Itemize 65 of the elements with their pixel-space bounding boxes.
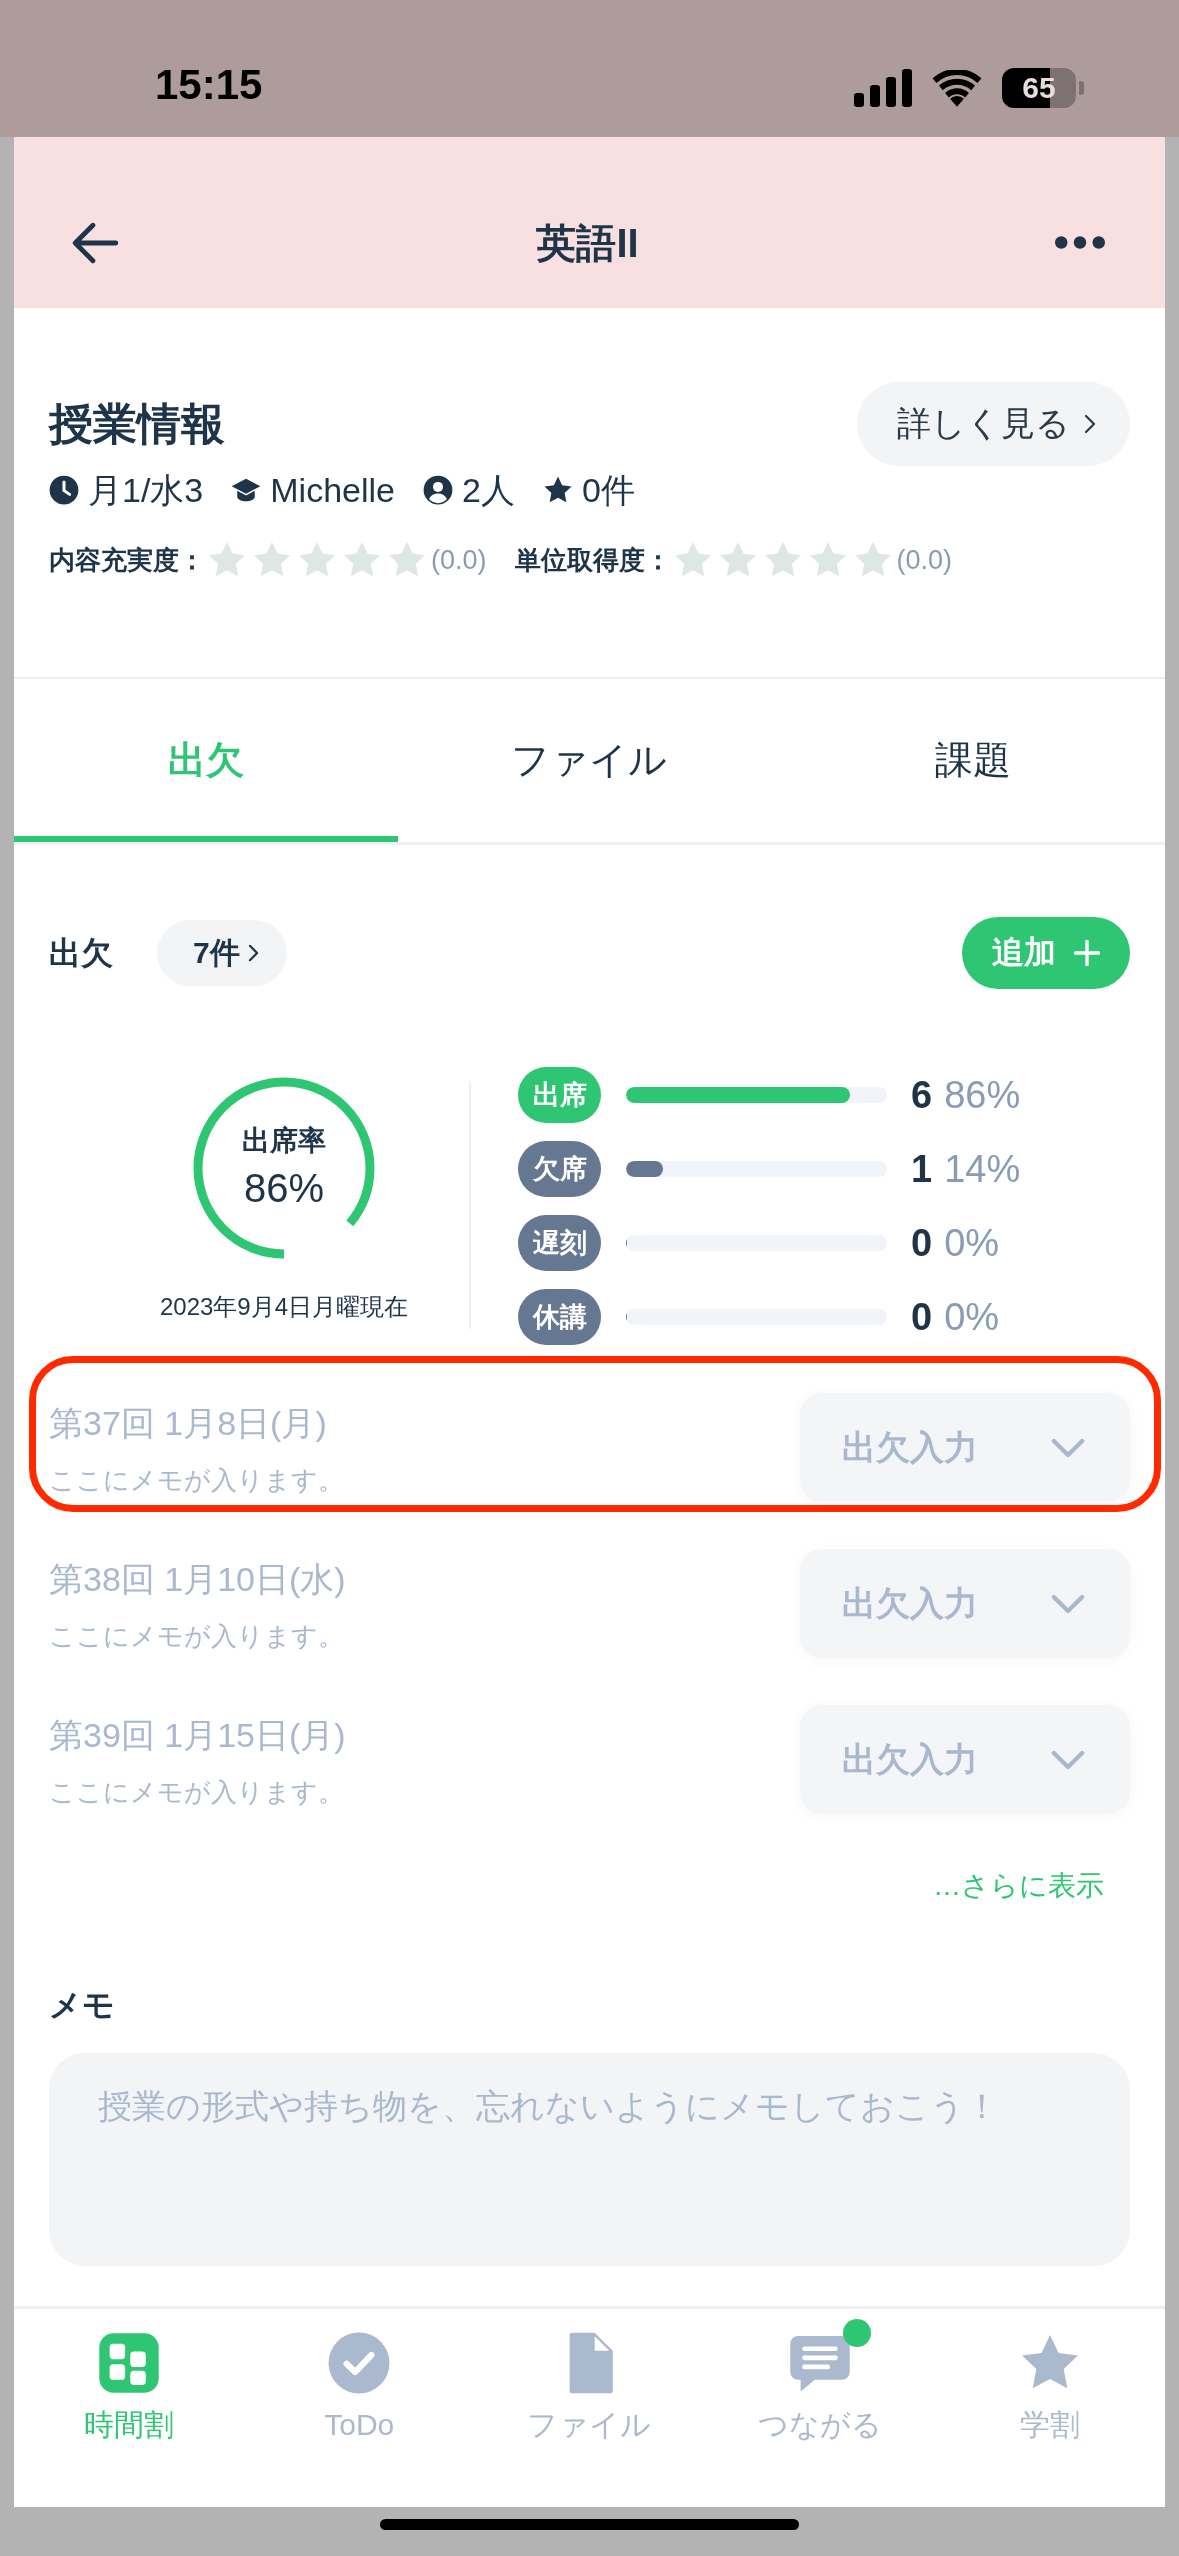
memo-heading: メモ — [49, 1986, 115, 2025]
add-button[interactable]: 追加 — [962, 917, 1130, 989]
status-badge: 欠席 — [518, 1141, 601, 1197]
section-title: 出欠 — [49, 934, 113, 973]
grid-icon — [98, 2332, 161, 2394]
more-icon[interactable] — [1055, 236, 1105, 249]
tab-bar-item[interactable]: 時間割 — [14, 2317, 245, 2445]
user-circle-icon — [423, 475, 453, 505]
status-time: 15:15 — [155, 62, 263, 108]
section-title: 授業情報 — [49, 398, 225, 450]
tab-bar-item[interactable]: つながる — [704, 2317, 935, 2445]
as-of-date: 2023年9月4日月曜現在 — [159, 1292, 409, 1322]
star-icon — [542, 475, 573, 505]
meta-text: Michelle — [270, 470, 395, 511]
attendance-dropdown[interactable]: 出欠入力 — [800, 1705, 1130, 1814]
attendance-dropdown[interactable]: 出欠入力 — [800, 1549, 1130, 1658]
rating-label: 内容充実度： — [49, 544, 205, 577]
rate-value: 86% — [243, 1165, 325, 1212]
check-circle-icon — [328, 2332, 391, 2394]
session-title: 第39回 1月15日(月) — [49, 1715, 346, 1756]
tab[interactable]: ファイル — [397, 679, 782, 842]
chevron-down-icon — [1051, 1437, 1085, 1458]
signal-icon — [854, 69, 912, 107]
tab[interactable]: 課題 — [781, 679, 1165, 842]
stat-percent: 86% — [944, 1073, 1021, 1117]
rating-label: 単位取得度： — [514, 544, 671, 577]
rate-label: 出席率 — [242, 1124, 326, 1158]
chevron-right-icon — [247, 944, 259, 962]
session-memo: ここにメモが入ります。 — [49, 1778, 344, 1806]
meta-text: 0件 — [581, 470, 635, 511]
stat-count: 0 — [911, 1295, 933, 1339]
status-badge: 出席 — [518, 1067, 601, 1123]
chevron-down-icon — [1051, 1593, 1085, 1614]
tab-bar-item[interactable]: 学割 — [934, 2317, 1165, 2445]
status-badge: 遅刻 — [518, 1215, 601, 1271]
chevron-right-icon — [1084, 414, 1096, 434]
stat-percent: 0% — [944, 1295, 1000, 1339]
stat-count: 1 — [911, 1147, 933, 1191]
page-title: 英語II — [536, 219, 639, 267]
tab-bar-item[interactable]: ファイル — [474, 2317, 705, 2445]
chevron-down-icon — [1051, 1749, 1085, 1770]
count-button[interactable]: 7件 — [157, 920, 287, 986]
stat-percent: 0% — [944, 1221, 1000, 1265]
tab[interactable]: 出欠 — [14, 679, 398, 842]
meta-text: 月1/水3 — [88, 470, 204, 511]
stat-count: 0 — [911, 1221, 933, 1265]
plus-icon — [1074, 940, 1100, 966]
session-memo: ここにメモが入ります。 — [49, 1622, 344, 1650]
battery-indicator: 65 — [1002, 68, 1084, 108]
meta-text: 2人 — [462, 470, 515, 511]
rating-score: (0.0) — [431, 544, 487, 577]
stat-percent: 14% — [944, 1147, 1021, 1191]
session-memo: ここにメモが入ります。 — [49, 1466, 344, 1494]
tab-bar-item[interactable]: ToDo — [244, 2317, 475, 2445]
memo-field[interactable]: 授業の形式や持ち物を、忘れないようにメモしておこう！ — [49, 2053, 1130, 2266]
status-badge: 休講 — [518, 1289, 601, 1345]
show-more-link[interactable]: …さらに表示 — [933, 1866, 1104, 1906]
wifi-icon — [932, 69, 982, 107]
session-title: 第37回 1月8日(月) — [49, 1403, 327, 1444]
stat-count: 6 — [911, 1073, 933, 1117]
details-button[interactable]: 詳しく見る — [857, 382, 1130, 466]
clock-icon — [49, 475, 79, 505]
session-title: 第38回 1月10日(水) — [49, 1559, 346, 1600]
attendance-dropdown[interactable]: 出欠入力 — [800, 1393, 1130, 1502]
rating-score: (0.0) — [896, 544, 953, 577]
